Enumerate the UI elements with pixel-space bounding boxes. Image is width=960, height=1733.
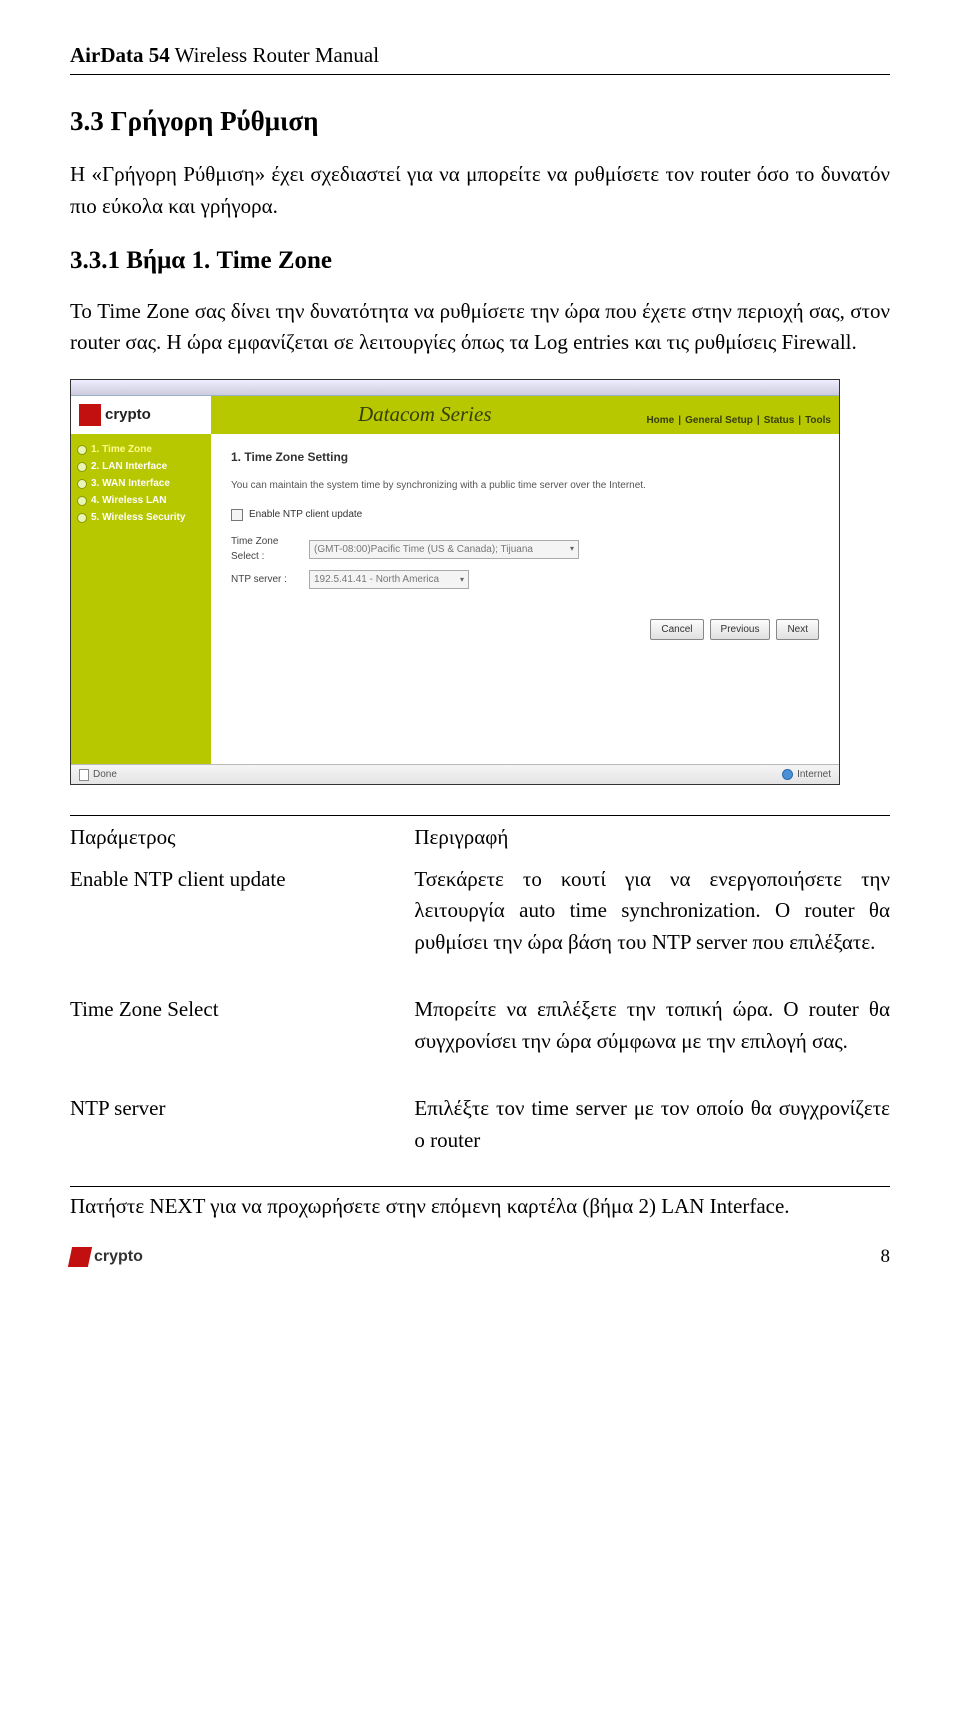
previous-button[interactable]: Previous [710,619,771,640]
nav-general-setup[interactable]: General Setup [685,413,753,428]
sidebar-item-label: 4. Wireless LAN [91,493,167,508]
sidebar: 1. Time Zone 2. LAN Interface 3. WAN Int… [71,434,211,764]
sidebar-item-label: 5. Wireless Security [91,510,185,525]
tz-label: Time Zone Select : [231,534,301,564]
param-desc: Τσεκάρετε το κουτί για να ενεργοποιήσετε… [414,858,890,989]
subsection-heading: 3.3.1 Βήμα 1. Time Zone [70,242,890,280]
bullet-icon [77,479,87,489]
crypto-logo-icon [79,404,101,426]
sidebar-item-label: 3. WAN Interface [91,476,170,491]
table-head-desc: Περιγραφή [414,816,890,858]
router-banner: crypto Datacom Series Home| General Setu… [71,396,839,435]
bullet-icon [77,445,87,455]
page-footer: crypto 8 [70,1243,890,1272]
sidebar-item-security[interactable]: 5. Wireless Security [77,510,205,525]
sidebar-item-label: 1. Time Zone [91,442,152,457]
subsection-paragraph: Το Time Zone σας δίνει την δυνατότητα να… [70,296,890,359]
ntp-checkbox-label: Enable NTP client update [249,507,362,522]
sidebar-item-wlan[interactable]: 4. Wireless LAN [77,493,205,508]
status-internet: Internet [797,767,831,782]
section-heading: 3.3 Γρήγορη Ρύθμιση [70,101,890,142]
intro-paragraph: Η «Γρήγορη Ρύθμιση» έχει σχεδιαστεί για … [70,159,890,222]
doc-title-bold: AirData 54 [70,43,170,67]
status-done: Done [93,767,117,782]
sidebar-item-lan[interactable]: 2. LAN Interface [77,459,205,474]
nav-home[interactable]: Home [646,413,674,428]
globe-icon [782,769,793,780]
page-number: 8 [881,1243,891,1272]
ntp-select[interactable]: 192.5.41.41 - North America ▾ [309,570,469,589]
next-button[interactable]: Next [776,619,819,640]
crypto-logo-icon [68,1247,92,1267]
cancel-button[interactable]: Cancel [650,619,703,640]
next-instruction: Πατήστε NEXT για να προχωρήσετε στην επό… [70,1191,890,1223]
banner-series-title: Datacom Series [358,399,492,431]
sidebar-item-wan[interactable]: 3. WAN Interface [77,476,205,491]
panel-content: 1. Time Zone Setting You can maintain th… [211,434,839,764]
top-nav: Home| General Setup| Status| Tools [638,396,839,435]
param-name: NTP server [70,1087,414,1186]
tz-select-value: (GMT-08:00)Pacific Time (US & Canada); T… [314,542,533,557]
bullet-icon [77,513,87,523]
param-desc: Μπορείτε να επιλέξετε την τοπική ώρα. Ο … [414,988,890,1087]
ntp-checkbox[interactable] [231,509,243,521]
chevron-down-icon: ▾ [460,574,464,586]
sidebar-item-timezone[interactable]: 1. Time Zone [77,442,205,457]
ntp-select-value: 192.5.41.41 - North America [314,572,439,587]
chevron-down-icon: ▾ [570,543,574,555]
footer-logo: crypto [70,1245,143,1269]
brand-text: crypto [105,404,151,427]
nav-status[interactable]: Status [764,413,795,428]
param-desc: Επιλέξτε τον time server με τον οποίο θα… [414,1087,890,1186]
panel-description: You can maintain the system time by sync… [231,478,819,493]
param-name: Time Zone Select [70,988,414,1087]
tz-select[interactable]: (GMT-08:00)Pacific Time (US & Canada); T… [309,540,579,559]
doc-title-rest: Wireless Router Manual [170,43,379,67]
table-head-param: Παράμετρος [70,816,414,858]
bullet-icon [77,462,87,472]
nav-tools[interactable]: Tools [805,413,831,428]
panel-title: 1. Time Zone Setting [231,448,819,466]
page-header: AirData 54 Wireless Router Manual [70,40,890,75]
param-name: Enable NTP client update [70,858,414,989]
router-screenshot: crypto Datacom Series Home| General Setu… [70,379,890,786]
bullet-icon [77,496,87,506]
sidebar-item-label: 2. LAN Interface [91,459,167,474]
parameter-table-block: Παράμετρος Περιγραφή Enable NTP client u… [70,815,890,1187]
browser-statusbar: Done Internet [71,764,839,784]
banner-logo-area: crypto [71,396,211,435]
browser-toolbar [71,380,839,396]
footer-brand: crypto [94,1245,143,1269]
ntp-label: NTP server : [231,572,301,587]
document-icon [79,769,89,781]
